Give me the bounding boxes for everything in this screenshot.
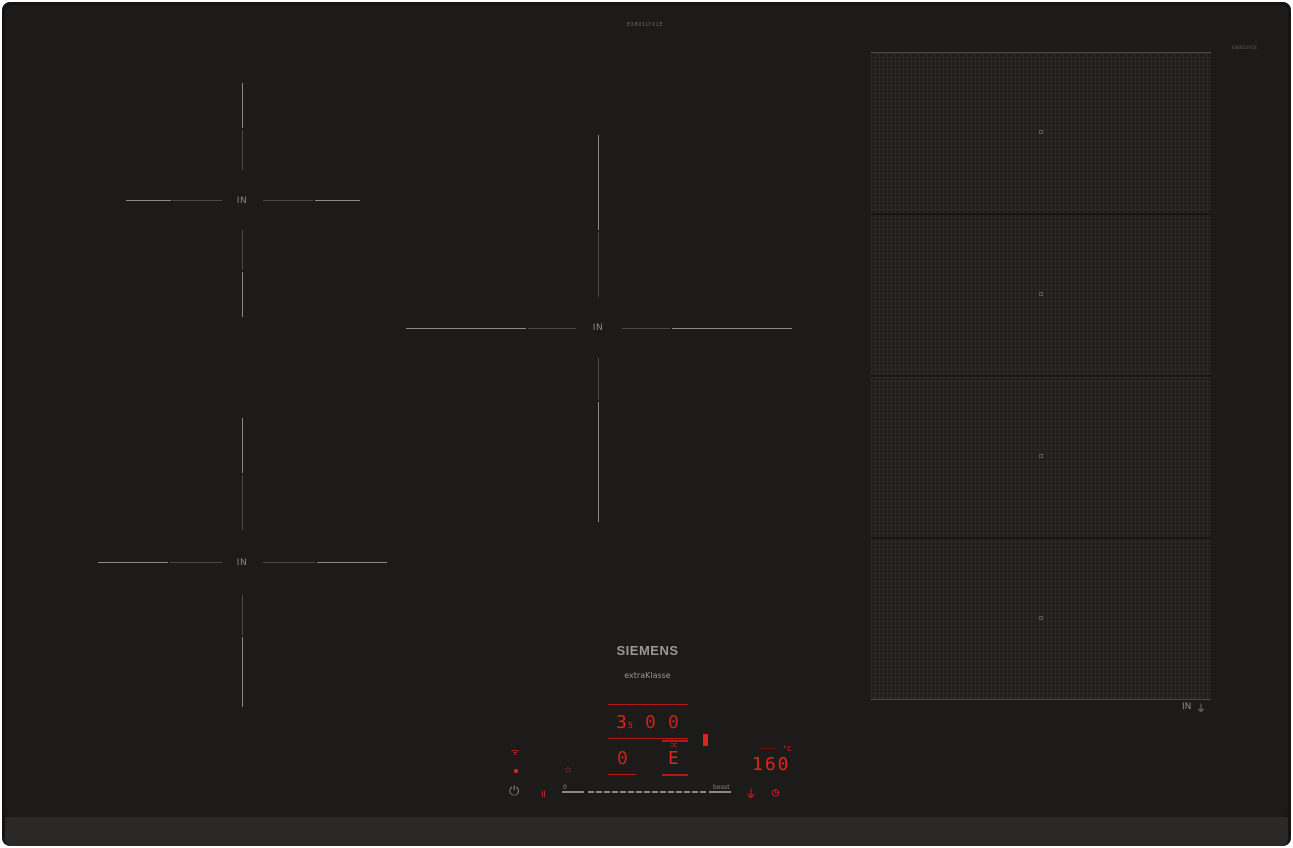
induction-label: IN bbox=[592, 323, 604, 333]
zone-marking bbox=[598, 135, 599, 230]
display-divider bbox=[760, 748, 776, 749]
zone-marking bbox=[263, 562, 315, 563]
zone-marking bbox=[242, 130, 243, 170]
sub-brand: extraKlasse bbox=[624, 671, 671, 680]
temperature-unit: °C bbox=[783, 745, 792, 753]
wifi-icon[interactable]: ᯤ bbox=[511, 745, 519, 758]
zone-marking bbox=[242, 637, 243, 707]
flex-induction-label: IN bbox=[1182, 702, 1192, 712]
flex-induction-zone[interactable] bbox=[871, 52, 1211, 700]
timer-digit: 0 bbox=[668, 712, 679, 733]
star-icon[interactable]: ☆ bbox=[564, 762, 572, 777]
induction-label: IN bbox=[236, 558, 248, 568]
zone-marking bbox=[126, 200, 171, 201]
zone-marking bbox=[242, 418, 243, 473]
display-divider bbox=[608, 704, 688, 705]
zone-marking bbox=[598, 358, 599, 400]
timer-digit: 5 bbox=[628, 721, 633, 730]
flex-divider bbox=[871, 213, 1211, 215]
zone-marking bbox=[598, 402, 599, 522]
zone-marking bbox=[263, 200, 313, 201]
flex-center-marker bbox=[1039, 616, 1043, 620]
zone-marking bbox=[622, 328, 670, 329]
zone-marking bbox=[170, 562, 222, 563]
zone-marking bbox=[598, 232, 599, 297]
brand-logo: SIEMENS bbox=[616, 643, 679, 658]
slider-boost-label: boost bbox=[713, 784, 730, 791]
slider-min-label: 0 bbox=[563, 784, 567, 791]
pause-icon[interactable]: ॥ bbox=[540, 786, 546, 800]
slider-segment[interactable] bbox=[562, 791, 584, 793]
zone-marking bbox=[528, 328, 576, 329]
zone-marking bbox=[406, 328, 526, 329]
clock-icon[interactable]: ◷ bbox=[772, 785, 779, 799]
power-slider[interactable] bbox=[588, 791, 706, 793]
zone-marking bbox=[172, 200, 222, 201]
timer-digit: 3 bbox=[616, 712, 627, 733]
temperature-display: 160 bbox=[752, 754, 791, 775]
display-divider bbox=[608, 738, 688, 739]
flex-center-marker bbox=[1039, 454, 1043, 458]
zone-marking bbox=[242, 230, 243, 270]
zone-indicator[interactable] bbox=[703, 734, 708, 746]
wifi-status-dot bbox=[514, 769, 518, 773]
zone-marking bbox=[98, 562, 168, 563]
display-divider bbox=[608, 774, 636, 775]
power-icon[interactable]: ⏻ bbox=[509, 784, 519, 799]
power-level-display: 0 bbox=[617, 748, 628, 769]
cooktop-front-edge bbox=[5, 817, 1288, 846]
model-code-right: EX801LYX1E bbox=[1232, 45, 1257, 50]
flex-divider bbox=[871, 537, 1211, 539]
zone-marking bbox=[672, 328, 792, 329]
zone-marking bbox=[315, 200, 360, 201]
zone-marking bbox=[242, 595, 243, 635]
zone-marking bbox=[242, 83, 243, 128]
zone-marking bbox=[242, 475, 243, 530]
mode-display: E bbox=[668, 748, 679, 769]
flex-divider bbox=[871, 375, 1211, 377]
timer-digit: 0 bbox=[645, 712, 656, 733]
slider-segment[interactable] bbox=[709, 791, 731, 793]
model-code: EX801LYX1E bbox=[626, 22, 664, 28]
zone-marking bbox=[242, 272, 243, 317]
frying-sensor-icon[interactable]: ⏚ bbox=[745, 785, 757, 802]
pan-icon: ⊐⊏ bbox=[670, 742, 678, 749]
flex-center-marker bbox=[1039, 130, 1043, 134]
display-divider bbox=[662, 774, 688, 776]
flex-zone-icon: ⏚ bbox=[1196, 704, 1206, 715]
induction-label: IN bbox=[236, 196, 248, 206]
flex-center-marker bbox=[1039, 292, 1043, 296]
zone-marking bbox=[317, 562, 387, 563]
